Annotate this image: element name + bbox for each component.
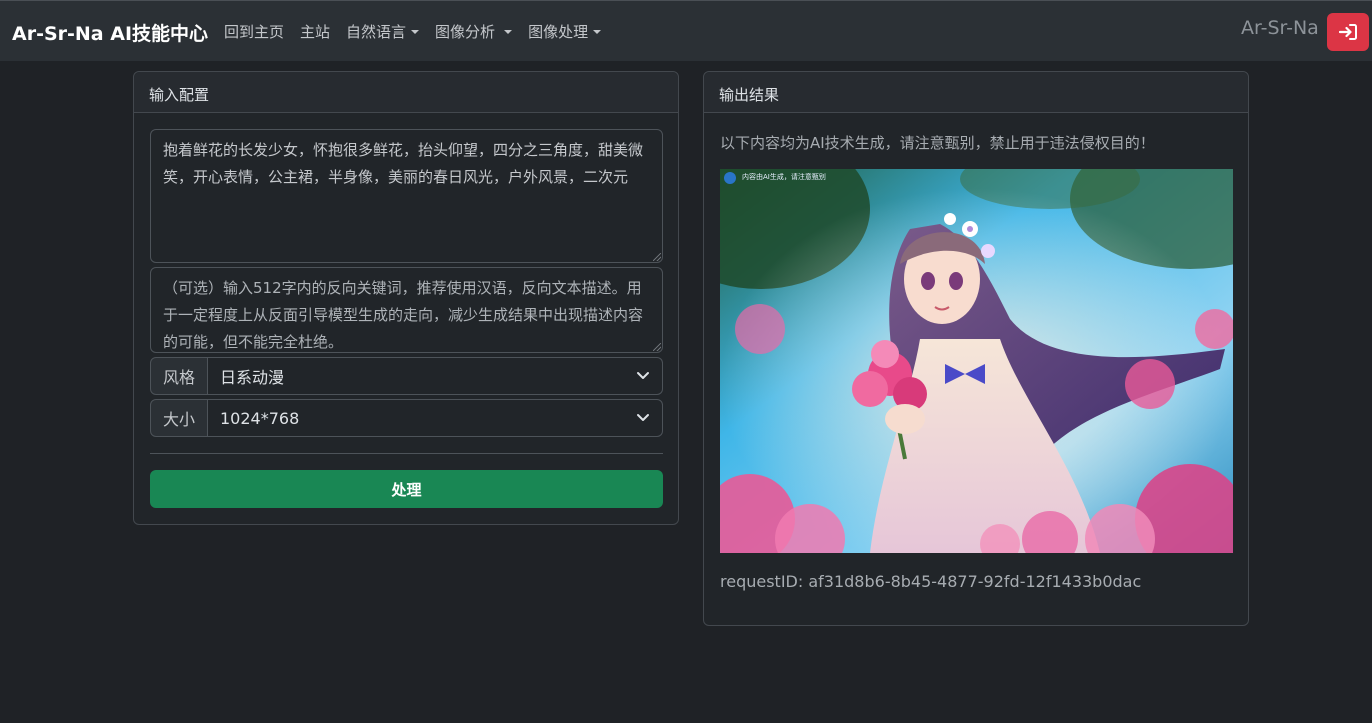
nav-menu: 回到主页 主站 自然语言 图像分析 图像处理 <box>224 21 617 42</box>
logout-button[interactable] <box>1327 13 1369 51</box>
nav-item-label: 主站 <box>300 23 331 41</box>
chevron-down-icon <box>637 372 649 379</box>
request-id-row: requestID: af31d8b6-8b45-4877-92fd-12f14… <box>720 572 1141 591</box>
style-select[interactable]: 日系动漫 <box>208 357 663 395</box>
brand-title[interactable]: Ar-Sr-Na AI技能中心 <box>12 19 208 46</box>
top-navbar: Ar-Sr-Na AI技能中心 回到主页 主站 自然语言 图像分析 图像处理 A… <box>0 0 1372 61</box>
resize-handle[interactable] <box>653 253 661 261</box>
image-watermark: 内容由AI生成，请注意甄别 <box>742 173 826 181</box>
caret-down-icon <box>504 29 513 34</box>
nav-item-label: 图像分析 <box>435 23 496 41</box>
nav-item-nlp-dropdown[interactable]: 自然语言 <box>346 21 420 42</box>
nav-item-label: 图像处理 <box>528 23 589 41</box>
nav-item-image-processing-dropdown[interactable]: 图像处理 <box>528 21 602 42</box>
size-selected-value: 1024*768 <box>220 408 300 428</box>
input-card-header: 输入配置 <box>134 72 678 113</box>
process-button[interactable]: 处理 <box>150 470 663 508</box>
request-id-label: requestID: <box>720 572 804 591</box>
caret-down-icon <box>593 29 602 34</box>
style-label: 风格 <box>150 357 208 395</box>
size-input-group: 大小 1024*768 <box>150 399 663 437</box>
ai-notice-text: 以下内容均为AI技术生成，请注意甄别，禁止用于违法侵权目的！ <box>720 134 1155 152</box>
prompt-textarea[interactable]: 抱着鲜花的长发少女，怀抱很多鲜花，抬头仰望，四分之三角度，甜美微笑，开心表情，公… <box>150 129 663 263</box>
resize-handle[interactable] <box>653 343 661 351</box>
size-select[interactable]: 1024*768 <box>208 399 663 437</box>
generated-image[interactable]: 内容由AI生成，请注意甄别 <box>720 169 1233 553</box>
nav-item-label: 回到主页 <box>224 23 285 41</box>
negative-prompt-textarea[interactable]: （可选）输入512字内的反向关键词，推荐使用汉语，反向文本描述。用于一定程度上从… <box>150 267 663 353</box>
nav-item-label: 自然语言 <box>346 23 407 41</box>
chevron-down-icon <box>637 414 649 421</box>
nav-item-main-site[interactable]: 主站 <box>300 21 330 42</box>
nav-item-home[interactable]: 回到主页 <box>224 21 284 42</box>
size-label: 大小 <box>150 399 208 437</box>
output-card-header: 输出结果 <box>704 72 1248 113</box>
anime-girl-illustration <box>720 169 1233 553</box>
divider <box>150 453 663 454</box>
input-config-card: 输入配置 抱着鲜花的长发少女，怀抱很多鲜花，抬头仰望，四分之三角度，甜美微笑，开… <box>133 71 679 525</box>
output-result-card: 输出结果 以下内容均为AI技术生成，请注意甄别，禁止用于违法侵权目的！ 内容由A… <box>703 71 1249 626</box>
caret-down-icon <box>411 29 420 34</box>
style-input-group: 风格 日系动漫 <box>150 357 663 395</box>
sign-out-icon <box>1339 24 1357 40</box>
nav-item-image-analysis-dropdown[interactable]: 图像分析 <box>435 21 513 42</box>
user-name: Ar-Sr-Na <box>1241 17 1319 39</box>
request-id-value: af31d8b6-8b45-4877-92fd-12f1433b0dac <box>808 572 1142 591</box>
style-selected-value: 日系动漫 <box>220 368 285 387</box>
